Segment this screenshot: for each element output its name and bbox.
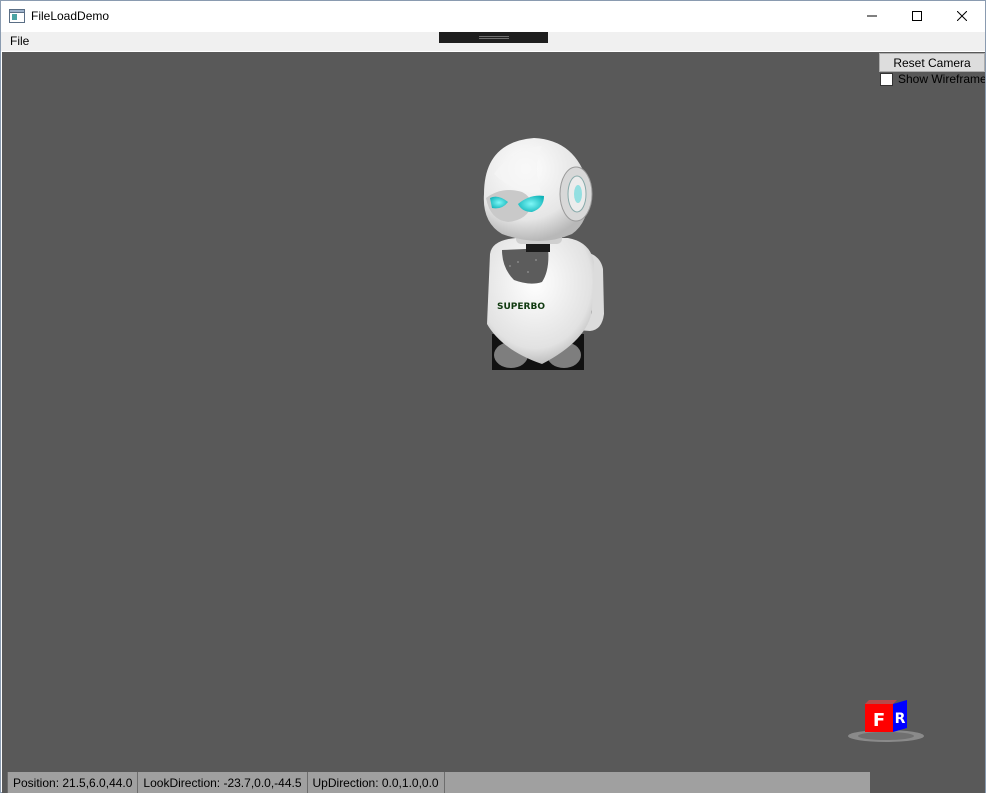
camera-look-direction-readout: LookDirection: -23.7,0.0,-44.5 bbox=[137, 772, 306, 793]
maximize-icon bbox=[912, 11, 922, 21]
app-window: FileLoadDemo File Reset Camera Show Wire… bbox=[0, 0, 986, 793]
menu-bar: File bbox=[1, 32, 985, 51]
title-bar[interactable]: FileLoadDemo bbox=[1, 1, 985, 32]
menu-item-file[interactable]: File bbox=[9, 34, 30, 48]
view-cube-right-label: R bbox=[895, 711, 906, 727]
chest-label: SUPERBO bbox=[497, 302, 545, 312]
toolbar-grip-handle[interactable] bbox=[439, 32, 548, 43]
window-title: FileLoadDemo bbox=[31, 9, 110, 23]
maximize-button[interactable] bbox=[894, 1, 940, 31]
view-cube-front-label: F bbox=[873, 710, 885, 731]
app-window-icon bbox=[9, 9, 25, 23]
robot-model[interactable]: SUPERBO bbox=[472, 134, 612, 374]
show-wireframe-label: Show Wireframe bbox=[898, 72, 985, 86]
checkbox-box[interactable] bbox=[880, 73, 893, 86]
view-cube-navigator[interactable]: F R bbox=[845, 696, 927, 744]
minimize-icon bbox=[867, 15, 877, 17]
close-icon bbox=[957, 11, 967, 21]
status-bar: Position: 21.5,6.0,44.0 LookDirection: -… bbox=[7, 772, 870, 793]
camera-position-readout: Position: 21.5,6.0,44.0 bbox=[7, 772, 137, 793]
3d-viewport[interactable]: Reset Camera Show Wireframe SUPERBO F R … bbox=[2, 52, 985, 793]
camera-up-direction-readout: UpDirection: 0.0,1.0,0.0 bbox=[306, 772, 445, 793]
reset-camera-button[interactable]: Reset Camera bbox=[879, 53, 985, 72]
minimize-button[interactable] bbox=[849, 1, 895, 31]
close-button[interactable] bbox=[939, 1, 985, 31]
